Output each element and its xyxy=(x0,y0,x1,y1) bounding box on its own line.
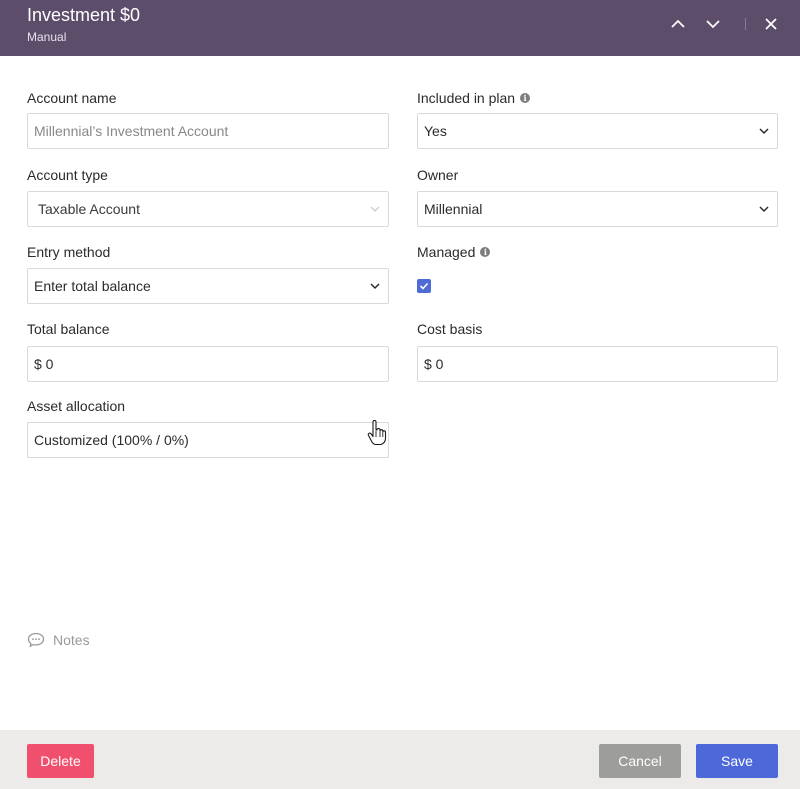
chevron-down-icon xyxy=(370,206,380,212)
save-button[interactable]: Save xyxy=(696,744,778,778)
cost-basis-input[interactable]: $ 0 xyxy=(417,346,778,382)
owner-select[interactable]: Millennial xyxy=(417,191,778,227)
info-icon[interactable]: i xyxy=(520,93,531,103)
cost-basis-label: Cost basis xyxy=(417,321,482,337)
notes-link[interactable]: Notes xyxy=(27,632,90,648)
total-balance-value: $ 0 xyxy=(34,356,54,372)
cost-basis-value: $ 0 xyxy=(424,356,444,372)
account-type-label-text: Account type xyxy=(27,167,108,183)
account-name-label: Account name xyxy=(27,90,117,106)
cost-basis-label-text: Cost basis xyxy=(417,321,483,337)
dialog-subtitle: Manual xyxy=(27,30,67,44)
speech-bubble-icon xyxy=(27,632,45,648)
entry-method-value: Enter total balance xyxy=(34,278,151,294)
owner-label-text: Owner xyxy=(417,167,459,183)
account-name-input[interactable]: Millennial’s Investment Account xyxy=(27,113,389,149)
managed-label: Managed i xyxy=(417,244,491,260)
account-type-value: Taxable Account xyxy=(38,201,140,217)
previous-button[interactable] xyxy=(667,13,689,35)
dialog-footer: Delete Cancel Save xyxy=(0,730,800,789)
included-in-plan-label: Included in plan i xyxy=(417,90,531,106)
close-icon xyxy=(765,18,777,30)
hand-pointer-icon xyxy=(367,420,387,446)
total-balance-label: Total balance xyxy=(27,321,110,337)
dialog-title: Investment $0 xyxy=(27,5,141,25)
chevron-down-icon xyxy=(759,128,769,135)
managed-label-text: Managed xyxy=(417,244,476,260)
chevron-up-icon xyxy=(671,19,685,28)
entry-method-select[interactable]: Enter total balance xyxy=(27,268,389,304)
notes-label: Notes xyxy=(53,632,90,648)
asset-allocation-label-text: Asset allocation xyxy=(27,398,126,414)
account-type-select[interactable]: Taxable Account xyxy=(27,191,389,227)
chevron-down-icon xyxy=(370,283,380,290)
dialog-header: Investment $0 Manual xyxy=(0,0,800,56)
account-type-label: Account type xyxy=(27,167,108,183)
entry-method-label-text: Entry method xyxy=(27,244,111,260)
included-in-plan-select[interactable]: Yes xyxy=(417,113,778,149)
checkmark-icon xyxy=(419,282,429,290)
cancel-button[interactable]: Cancel xyxy=(599,744,681,778)
included-in-plan-value: Yes xyxy=(424,123,447,139)
account-name-label-text: Account name xyxy=(27,90,117,106)
header-divider xyxy=(745,18,746,30)
asset-allocation-value: Customized (100% / 0%) xyxy=(34,432,189,448)
dialog-body: Account name Millennial’s Investment Acc… xyxy=(0,56,800,730)
account-name-placeholder: Millennial’s Investment Account xyxy=(34,123,229,139)
next-button[interactable] xyxy=(702,13,724,35)
delete-button[interactable]: Delete xyxy=(27,744,94,778)
asset-allocation-field[interactable]: Customized (100% / 0%) xyxy=(27,422,389,458)
managed-checkbox[interactable] xyxy=(417,279,431,293)
total-balance-label-text: Total balance xyxy=(27,321,110,337)
owner-value: Millennial xyxy=(424,201,483,217)
info-icon[interactable]: i xyxy=(480,247,491,257)
chevron-down-icon xyxy=(706,20,720,29)
close-button[interactable] xyxy=(760,13,782,35)
entry-method-label: Entry method xyxy=(27,244,110,260)
asset-allocation-label: Asset allocation xyxy=(27,398,125,414)
included-in-plan-label-text: Included in plan xyxy=(417,90,516,106)
owner-label: Owner xyxy=(417,167,458,183)
total-balance-input[interactable]: $ 0 xyxy=(27,346,389,382)
chevron-down-icon xyxy=(759,206,769,213)
